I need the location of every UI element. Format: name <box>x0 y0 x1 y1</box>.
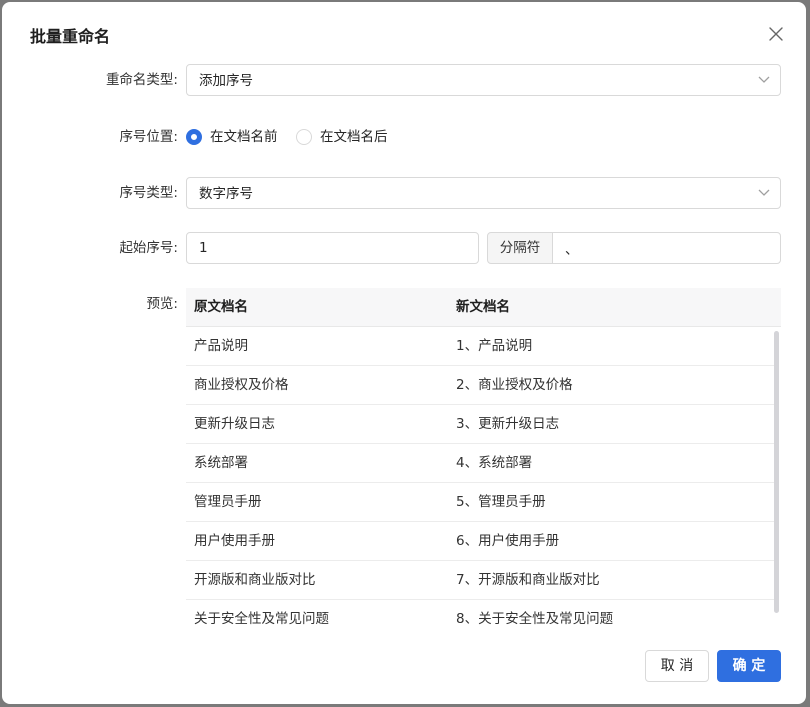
table-row: 商业授权及价格 2、商业授权及价格 <box>186 366 776 405</box>
preview-label: 预览: <box>146 296 178 312</box>
original-name-cell: 用户使用手册 <box>194 533 275 549</box>
new-name-cell: 8、关于安全性及常见问题 <box>456 611 614 627</box>
table-row: 关于安全性及常见问题 8、关于安全性及常见问题 <box>186 600 776 628</box>
table-row: 产品说明 1、产品说明 <box>186 327 776 366</box>
column-header-new-name: 新文档名 <box>456 299 510 315</box>
radio-before-name-label: 在文档名前 <box>210 129 278 145</box>
radio-after-name-label: 在文档名后 <box>320 129 388 145</box>
separator-addon: 分隔符 <box>487 232 553 264</box>
table-header: 原文档名 新文档名 <box>186 288 781 327</box>
new-name-cell: 3、更新升级日志 <box>456 416 560 432</box>
cancel-button[interactable]: 取 消 <box>645 650 709 682</box>
original-name-cell: 管理员手册 <box>194 494 262 510</box>
chevron-down-icon <box>758 189 770 196</box>
table-row: 开源版和商业版对比 7、开源版和商业版对比 <box>186 561 776 600</box>
rename-type-select[interactable]: 添加序号 <box>186 64 781 96</box>
preview-table: 原文档名 新文档名 产品说明 1、产品说明 商业授权及价格 2、商业授权及价格 … <box>186 288 781 628</box>
rename-type-value: 添加序号 <box>199 73 253 89</box>
start-number-input[interactable] <box>186 232 479 264</box>
original-name-cell: 系统部署 <box>194 455 248 471</box>
new-name-cell: 4、系统部署 <box>456 455 533 471</box>
original-name-cell: 开源版和商业版对比 <box>194 572 316 588</box>
separator-input[interactable] <box>552 232 781 264</box>
confirm-button[interactable]: 确 定 <box>717 650 781 682</box>
new-name-cell: 1、产品说明 <box>456 338 533 354</box>
batch-rename-dialog: 批量重命名 重命名类型: 添加序号 序号位置: 在文档名前 在文档名后 序号类型… <box>2 2 806 704</box>
original-name-cell: 更新升级日志 <box>194 416 275 432</box>
table-scrollbar[interactable] <box>773 327 781 628</box>
scrollbar-thumb[interactable] <box>774 331 779 613</box>
close-button[interactable] <box>762 20 790 48</box>
position-label: 序号位置: <box>119 129 178 145</box>
table-row: 管理员手册 5、管理员手册 <box>186 483 776 522</box>
new-name-cell: 6、用户使用手册 <box>456 533 560 549</box>
radio-checked-icon <box>186 129 202 145</box>
radio-unchecked-icon <box>296 129 312 145</box>
original-name-cell: 产品说明 <box>194 338 248 354</box>
close-icon <box>769 27 783 41</box>
original-name-cell: 商业授权及价格 <box>194 377 289 393</box>
start-number-label: 起始序号: <box>119 240 178 256</box>
original-name-cell: 关于安全性及常见问题 <box>194 611 329 627</box>
number-type-select[interactable]: 数字序号 <box>186 177 781 209</box>
rename-type-label: 重命名类型: <box>105 72 178 88</box>
table-row: 系统部署 4、系统部署 <box>186 444 776 483</box>
new-name-cell: 5、管理员手册 <box>456 494 546 510</box>
chevron-down-icon <box>758 76 770 83</box>
number-type-label: 序号类型: <box>119 185 178 201</box>
dialog-title: 批量重命名 <box>30 27 111 46</box>
number-type-value: 数字序号 <box>199 186 253 202</box>
column-header-original-name: 原文档名 <box>194 299 248 315</box>
table-body: 产品说明 1、产品说明 商业授权及价格 2、商业授权及价格 更新升级日志 3、更… <box>186 327 776 628</box>
new-name-cell: 7、开源版和商业版对比 <box>456 572 600 588</box>
new-name-cell: 2、商业授权及价格 <box>456 377 573 393</box>
table-row: 用户使用手册 6、用户使用手册 <box>186 522 776 561</box>
table-row: 更新升级日志 3、更新升级日志 <box>186 405 776 444</box>
